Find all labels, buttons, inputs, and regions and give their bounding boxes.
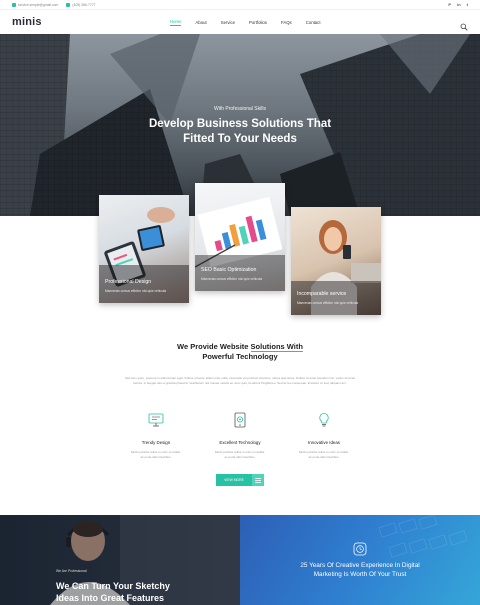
- service-card-incomparable-service[interactable]: Incomparable service Maecenas cursus eff…: [291, 207, 381, 315]
- section-title-line-2: Powerful Technology: [202, 352, 278, 361]
- service-card-professional-design[interactable]: Professional Design Maecenas cursus effi…: [99, 195, 189, 303]
- feature-excellent-technology: Excellent Technology Morbi porttitor tel…: [200, 411, 280, 460]
- monitor-icon: [148, 413, 164, 427]
- hero-title-line-1: Develop Business Solutions That: [148, 118, 332, 130]
- email-text: service.simple@gmail.com: [18, 2, 59, 7]
- feature-trendy-design: Trendy Design Morbi porttitor tellus in …: [116, 411, 196, 460]
- nav-item-contact[interactable]: Contact: [306, 20, 321, 25]
- main-nav: minis Home About Service Portfolios FAQs…: [0, 10, 480, 34]
- chart-document-image: [195, 196, 285, 291]
- feature-description: Morbi porttitor tellus in enim convallis…: [284, 450, 364, 460]
- nav-item-about[interactable]: About: [195, 20, 206, 25]
- linkedin-icon[interactable]: in: [457, 2, 461, 7]
- logo[interactable]: minis: [12, 16, 42, 28]
- card-description: Maecenas cursus efficitur nisl quis vehi…: [297, 301, 359, 305]
- card-description: Maecenas cursus efficitur nisl quis vehi…: [201, 277, 263, 281]
- professional-banner: We Are Professional We Can Turn Your Ske…: [0, 515, 240, 605]
- contact-info: service.simple@gmail.com (405) 366-7777: [12, 2, 96, 7]
- keyboard-background-image: [378, 515, 468, 558]
- section-title-highlight: Solutions With: [250, 342, 303, 352]
- card-title: Professional Design: [105, 279, 152, 285]
- experience-title: 25 Years Of Creative Experience In Digit…: [240, 561, 480, 579]
- card-description: Maecenas cursus efficitur nisl quis vehi…: [105, 289, 167, 293]
- feature-title: Innovative Ideas: [308, 440, 340, 445]
- phone-in-hand-image: [99, 195, 189, 303]
- nav-item-faqs[interactable]: FAQs: [281, 20, 292, 25]
- feature-title: Excellent Technology: [219, 440, 261, 445]
- service-card-seo-optimization[interactable]: SEO Basic Optimization Maecenas cursus e…: [195, 183, 285, 291]
- hero-eyebrow: With Professional Skills: [214, 106, 266, 112]
- section-body: Sed sem justo, posuere in ullamcorper eg…: [125, 376, 355, 386]
- social-links: P in t: [448, 2, 468, 7]
- card-title: SEO Basic Optimization: [201, 267, 257, 273]
- top-bar: service.simple@gmail.com (405) 366-7777 …: [0, 0, 480, 10]
- twitter-icon[interactable]: t: [467, 2, 468, 7]
- banner-title-line-2: Ideas Into Great Features: [56, 593, 165, 603]
- woman-with-phone-image: [291, 220, 381, 315]
- section-title: We Provide Website Solutions With Powerf…: [0, 342, 480, 362]
- feature-innovative-ideas: Innovative Ideas Morbi porttitor tellus …: [284, 411, 364, 460]
- card-title: Incomparable service: [297, 291, 347, 297]
- hero-title: Develop Business Solutions That Fitted T…: [0, 117, 480, 147]
- tablet-gear-icon: [234, 412, 246, 428]
- nav-item-home[interactable]: Home: [170, 19, 182, 26]
- feature-description-line-1: Morbi porttitor tellus in enim convallis…: [298, 450, 350, 454]
- mail-icon: [12, 2, 16, 7]
- section-title-pre: We Provide Website: [177, 342, 251, 351]
- feature-description-line-2: ac porta diam faucibus.: [224, 455, 256, 459]
- clock-icon: [353, 542, 367, 556]
- list-icon: [252, 474, 264, 486]
- menu-lines-icon: [255, 477, 261, 483]
- feature-description-line-1: Morbi porttitor tellus in enim convallis…: [214, 450, 266, 454]
- experience-title-line-1: 25 Years Of Creative Experience In Digit…: [300, 562, 420, 569]
- pinterest-icon[interactable]: P: [448, 2, 451, 7]
- banner-eyebrow: We Are Professional: [56, 569, 87, 573]
- view-more-button[interactable]: VIEW MORE: [216, 474, 264, 486]
- feature-description-line-2: ac porta diam faucibus.: [140, 455, 172, 459]
- feature-description: Morbi porttitor tellus in enim convallis…: [200, 450, 280, 460]
- banner-title: We Can Turn Your Sketchy Ideas Into Grea…: [56, 580, 170, 604]
- nav-item-portfolios[interactable]: Portfolios: [249, 20, 267, 25]
- phone-icon: [66, 2, 71, 7]
- feature-description-line-1: Morbi porttitor tellus in enim convallis…: [130, 450, 182, 454]
- banner-title-line-1: We Can Turn Your Sketchy: [56, 581, 170, 591]
- feature-description: Morbi porttitor tellus in enim convallis…: [116, 450, 196, 460]
- hero-title-line-2: Fitted To Your Needs: [183, 133, 297, 145]
- lightbulb-icon: [319, 413, 329, 427]
- view-more-label: VIEW MORE: [216, 474, 252, 486]
- nav-menu: Home About Service Portfolios FAQs Conta…: [170, 10, 335, 34]
- nav-item-service[interactable]: Service: [221, 20, 235, 25]
- search-icon: [460, 23, 468, 31]
- phone-item[interactable]: (405) 366-7777: [66, 2, 96, 7]
- search-button[interactable]: [460, 18, 468, 31]
- feature-description-line-2: ac porta diam faucibus.: [308, 455, 340, 459]
- phone-text: (405) 366-7777: [72, 2, 96, 7]
- feature-title: Trendy Design: [141, 440, 171, 445]
- experience-title-line-2: Marketing Is Worth Of Your Trust: [313, 571, 407, 578]
- experience-banner: 25 Years Of Creative Experience In Digit…: [240, 515, 480, 605]
- email-item[interactable]: service.simple@gmail.com: [12, 2, 59, 7]
